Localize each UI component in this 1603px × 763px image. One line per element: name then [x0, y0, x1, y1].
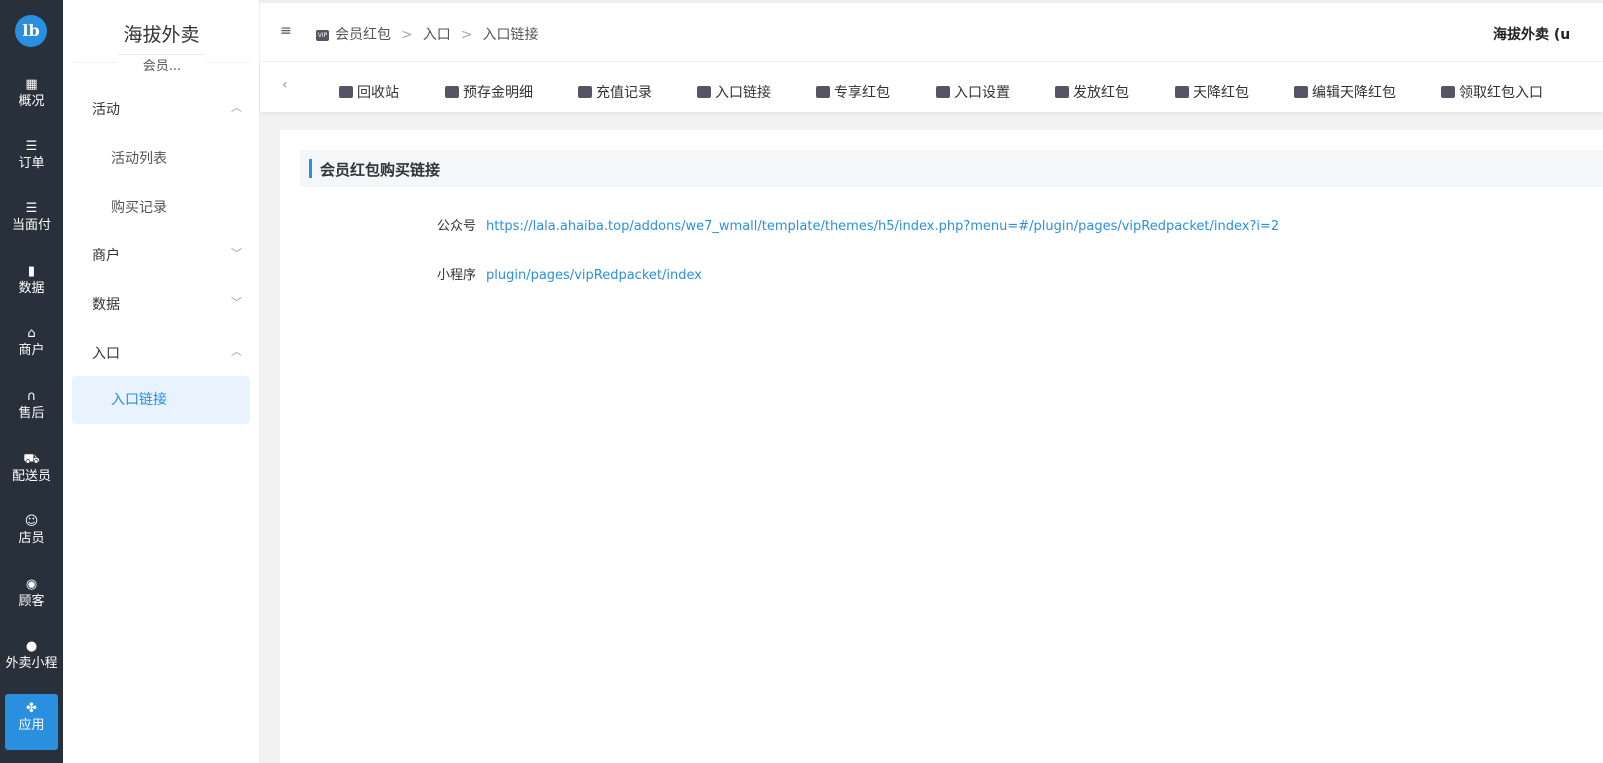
- menu-group-data[interactable]: 数据 ﹀: [92, 294, 242, 314]
- user-name[interactable]: 海拔外卖 (u: [1493, 24, 1603, 44]
- tab-bar: ‹ 回收站 预存金明细 充值记录 入口链接 专享红包 入口设置 发放红包 天降红…: [260, 62, 1603, 112]
- secondary-menu: 海拔外卖 会员... 活动 ︿ 活动列表 购买记录 商户 ﹀ 数据 ﹀ 入口 ︿…: [63, 0, 260, 763]
- breadcrumb: VIP 会员红包 > 入口 > 入口链接: [316, 24, 538, 44]
- store-icon: ⌂: [27, 326, 36, 341]
- tab-entry-link[interactable]: 入口链接: [697, 82, 771, 102]
- rail-item-face-pay[interactable]: ☰ 当面付: [0, 194, 63, 250]
- menu-group-activity[interactable]: 活动 ︿: [92, 99, 242, 119]
- tab-recharge-record[interactable]: 充值记录: [578, 82, 652, 102]
- user-circle-icon: ◉: [25, 577, 38, 592]
- rail-item-orders[interactable]: ☰ 订单: [0, 132, 63, 188]
- link-row-official-account: 公众号 https://lala.ahaiba.top/addons/we7_wm…: [425, 215, 1279, 234]
- users-icon: ☺: [24, 514, 39, 529]
- tab-edit-sky-redpacket[interactable]: 编辑天降红包: [1294, 82, 1396, 102]
- truck-icon: [445, 86, 459, 98]
- chevron-up-icon: ︿: [231, 345, 242, 358]
- rail-item-clerk[interactable]: ☺ 店员: [0, 507, 63, 563]
- vip-icon: VIP: [316, 29, 329, 41]
- link-label: 小程序: [436, 268, 476, 283]
- menu-title: 海拔外卖: [123, 24, 200, 46]
- tab-issue-redpacket[interactable]: 发放红包: [1055, 82, 1129, 102]
- breadcrumb-item[interactable]: 会员红包: [335, 27, 391, 43]
- crown-icon: [936, 86, 950, 98]
- collapse-menu-icon[interactable]: ≡: [280, 23, 292, 39]
- truck-icon: [339, 86, 353, 98]
- main-nav-rail: lb ▦ 概况 ☰ 订单 ☰ 当面付 ▮ 数据 ⌂ 商户 ∩ 售后 ⛟ 配送员 …: [0, 0, 63, 763]
- chevron-down-icon: ﹀: [231, 247, 242, 260]
- menu-group-merchant[interactable]: 商户 ﹀: [92, 245, 242, 265]
- link-label: 公众号: [436, 219, 476, 234]
- menu-item-entry-link[interactable]: 入口链接: [72, 376, 250, 424]
- menu-item-activity-list[interactable]: 活动列表: [111, 148, 167, 168]
- envelope-icon: [1055, 86, 1069, 98]
- rail-item-customer[interactable]: ◉ 顾客: [0, 570, 63, 626]
- bar-chart-icon: ▮: [27, 264, 36, 279]
- section-title: 会员红包购买链接: [320, 161, 441, 179]
- section-header: 会员红包购买链接: [300, 150, 1603, 187]
- tab-deposit-detail[interactable]: 预存金明细: [445, 82, 533, 102]
- breadcrumb-item-current: 入口链接: [482, 27, 539, 43]
- truck-icon: ⛟: [23, 452, 40, 467]
- rail-item-courier[interactable]: ⛟ 配送员: [0, 445, 63, 501]
- mini-program-link[interactable]: plugin/pages/vipRedpacket/index: [486, 268, 702, 283]
- menu-subtitle: 会员...: [118, 54, 206, 74]
- truck-icon: [697, 86, 711, 98]
- logo-icon[interactable]: lb: [15, 15, 47, 47]
- crown-icon: [816, 86, 830, 98]
- list-icon: ☰: [25, 139, 38, 154]
- envelope-icon: [1441, 86, 1455, 98]
- tab-exclusive-redpacket[interactable]: 专享红包: [816, 82, 890, 102]
- menu-group-entry[interactable]: 入口 ︿: [92, 343, 242, 363]
- rail-item-merchant[interactable]: ⌂ 商户: [0, 319, 63, 375]
- tab-recycle-bin[interactable]: 回收站: [339, 82, 399, 102]
- menu-item-purchase-record[interactable]: 购买记录: [111, 197, 167, 217]
- headset-icon: ∩: [26, 389, 37, 404]
- breadcrumb-separator: >: [401, 27, 413, 43]
- chevron-left-icon[interactable]: ‹: [282, 77, 288, 93]
- envelope-icon: [1294, 86, 1308, 98]
- apps-icon: ✤: [26, 701, 37, 716]
- tab-sky-redpacket[interactable]: 天降红包: [1175, 82, 1249, 102]
- breadcrumb-separator: >: [460, 27, 473, 43]
- rail-item-apps[interactable]: ✤ 应用: [5, 694, 58, 750]
- main-content: 会员红包购买链接 公众号 https://lala.ahaiba.top/addo…: [280, 130, 1603, 763]
- rail-item-mini-program[interactable]: ● 外卖小程: [0, 632, 63, 688]
- rail-item-data[interactable]: ▮ 数据: [0, 257, 63, 313]
- rail-item-overview[interactable]: ▦ 概况: [0, 70, 63, 126]
- list-icon: ☰: [25, 201, 38, 216]
- tab-entry-settings[interactable]: 入口设置: [936, 82, 1010, 102]
- envelope-icon: [1175, 86, 1189, 98]
- rail-item-after-sales[interactable]: ∩ 售后: [0, 382, 63, 438]
- tab-claim-redpacket-entry[interactable]: 领取红包入口: [1441, 82, 1543, 102]
- official-account-link[interactable]: https://lala.ahaiba.top/addons/we7_wmall…: [486, 219, 1279, 234]
- truck-icon: [578, 86, 592, 98]
- grid-icon: ▦: [25, 77, 38, 92]
- section-accent-bar: [309, 159, 312, 178]
- breadcrumb-item[interactable]: 入口: [423, 27, 451, 43]
- top-header: ≡ VIP 会员红包 > 入口 > 入口链接 海拔外卖 (u: [260, 0, 1603, 62]
- chevron-down-icon: ﹀: [231, 296, 242, 309]
- chevron-up-icon: ︿: [231, 101, 242, 114]
- link-row-mini-program: 小程序 plugin/pages/vipRedpacket/index: [425, 264, 702, 283]
- wechat-icon: ●: [25, 639, 38, 654]
